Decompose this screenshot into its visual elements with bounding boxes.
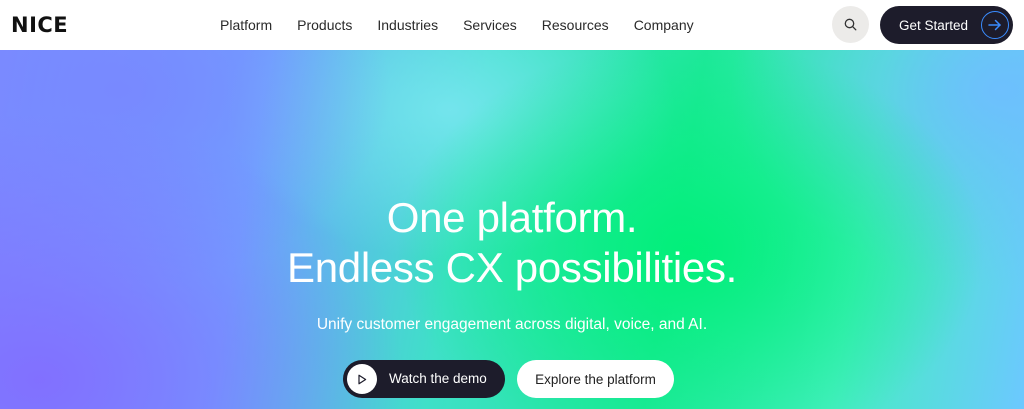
play-icon (347, 364, 377, 394)
nav-link-products[interactable]: Products (297, 17, 352, 33)
top-nav: NICE Platform Products Industries Servic… (0, 0, 1024, 50)
watch-demo-button[interactable]: Watch the demo (343, 360, 505, 398)
explore-platform-button[interactable]: Explore the platform (517, 360, 674, 398)
hero-title-line-1: One platform. (386, 194, 638, 241)
nav-link-industries[interactable]: Industries (377, 17, 438, 33)
nav-link-company[interactable]: Company (634, 17, 694, 33)
arrow-right-icon (981, 11, 1009, 39)
watch-demo-label: Watch the demo (389, 371, 487, 386)
search-button[interactable] (832, 6, 869, 43)
search-icon (844, 18, 857, 31)
main-menu: Platform Products Industries Services Re… (208, 0, 719, 50)
get-started-button[interactable]: Get Started (880, 6, 1013, 44)
nav-link-services[interactable]: Services (463, 17, 517, 33)
nav-link-resources[interactable]: Resources (542, 17, 609, 33)
hero-section: One platform. Endless CX possibilities. … (0, 50, 1024, 409)
explore-platform-label: Explore the platform (535, 371, 656, 387)
get-started-label: Get Started (899, 17, 969, 33)
nav-link-platform[interactable]: Platform (220, 17, 272, 33)
hero-title-line-2: Endless CX possibilities. (286, 244, 738, 291)
hero-subtitle: Unify customer engagement across digital… (316, 316, 708, 333)
nice-logo[interactable]: NICE (11, 12, 68, 38)
